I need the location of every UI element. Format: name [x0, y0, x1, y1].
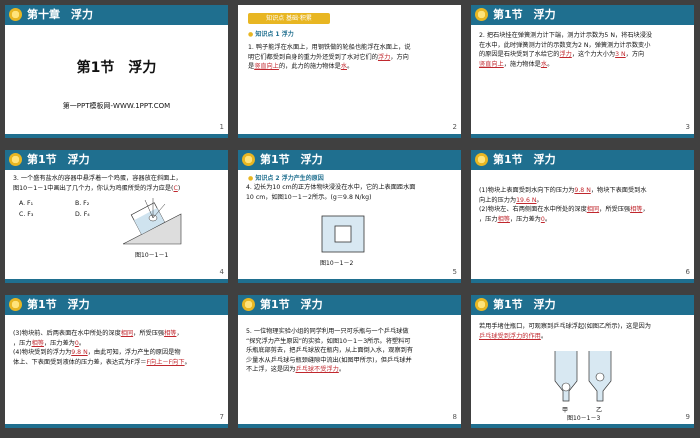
header-title: 第1节 浮力: [260, 153, 323, 166]
slide-4[interactable]: 第1节 浮力 3. 一个盛有盐水的容器中悬浮着一个鸡蛋，容器放在斜面上， 图10…: [5, 150, 228, 283]
answer-blank: 乒乓球受到浮力的作用: [479, 332, 541, 340]
answer-blank: 0: [540, 215, 545, 223]
section-label: ● 知识点 1 浮力: [248, 31, 294, 38]
slide-header: 第1节 浮力: [471, 5, 694, 25]
option-b[interactable]: B. F₂: [75, 199, 89, 209]
answer-blank: 相同: [120, 330, 134, 337]
header-title: 第1节 浮力: [493, 298, 556, 311]
figure-caption: 图10－1－1: [135, 252, 169, 259]
answer-blank: 乒乓球不受浮力: [295, 366, 339, 373]
footer-bar: [238, 279, 461, 283]
answer-blank: F向上－F向下: [146, 358, 185, 366]
lightbulb-icon: ●: [248, 175, 254, 182]
sun-icon: [475, 8, 488, 21]
knowledge-banner: 知识点 基础·积累: [248, 13, 330, 24]
figure-caption: 图10－1－3: [567, 415, 601, 422]
sun-icon: [9, 153, 22, 166]
slide-title: 第1节 浮力: [76, 60, 157, 76]
footer-bar: [238, 424, 461, 428]
slide-number: 2: [452, 123, 457, 131]
slide-header: 第1节 浮力: [238, 150, 461, 170]
question-text: 4. 边长为10 cm的正方体物块浸没在水中，它的上表面距水面 10 cm，如图…: [246, 184, 416, 201]
slide-header: 第1节 浮力: [238, 295, 461, 315]
answer-blank: 相等: [497, 215, 510, 223]
slide-1[interactable]: 第十章 浮力 第1节 浮力 第一PPT模板网-WWW.1PPT.COM 1: [5, 5, 228, 138]
slide-number: 9: [685, 413, 690, 421]
slide-number: 7: [219, 413, 224, 421]
answer-blank: 相等: [31, 339, 44, 347]
footer-bar: [471, 279, 694, 283]
header-title: 第1节 浮力: [493, 153, 556, 166]
figure-caption: 图10－1－2: [320, 260, 354, 267]
water-tank-figure: [321, 215, 365, 253]
slide-header: 第1节 浮力: [471, 295, 694, 315]
answer-blank: 9.8 N: [574, 187, 591, 194]
answer-blank: 相等: [164, 330, 177, 337]
slide-number: 5: [452, 268, 457, 276]
header-title: 第1节 浮力: [260, 298, 323, 311]
footer-bar: [5, 279, 228, 283]
slide-2[interactable]: 知识点 基础·积累 ● 知识点 1 浮力 1. 鸭子能浮在水面上，用钢铁做的轮船…: [238, 5, 461, 138]
slide-header: 第1节 浮力: [5, 295, 228, 315]
slide-6[interactable]: 第1节 浮力 (1)物块上表面受到水向下的压力为9.8 N，物块下表面受到水 向…: [471, 150, 694, 283]
slide-3[interactable]: 第1节 浮力 2. 把石块挂在弹簧测力计下端，测力计示数为5 N，将石块浸没 在…: [471, 5, 694, 138]
sun-icon: [9, 298, 22, 311]
answer-blank: 水: [540, 60, 548, 68]
question-text: (1)物块上表面受到水向下的压力为9.8 N，物块下表面受到水 向上的压力为19…: [479, 187, 649, 223]
option-a[interactable]: A. F₁: [19, 199, 33, 209]
footer-bar: [5, 134, 228, 138]
question-text: (3)物块前、后两表面在水中所处的深度相同，所受压强相等， ，压力相等，压力差为…: [13, 330, 191, 366]
slide-header: 第1节 浮力: [471, 150, 694, 170]
header-title: 第1节 浮力: [27, 153, 90, 166]
sun-icon: [242, 153, 255, 166]
question-text: 2. 把石块挂在弹簧测力计下端，测力计示数为5 N，将石块浸没 在水中，此时弹簧…: [479, 32, 653, 68]
sun-icon: [475, 153, 488, 166]
slide-number: 4: [219, 268, 224, 276]
bottle-figure: [554, 351, 612, 402]
answer-blank: 浮力: [377, 53, 391, 61]
header-title: 第1节 浮力: [493, 8, 556, 21]
answer-blank: 相同: [586, 206, 600, 213]
lightbulb-icon: ●: [248, 31, 254, 38]
answer-blank: 竖直向上: [479, 60, 504, 68]
footer-bar: [471, 424, 694, 428]
slide-number: 1: [219, 123, 224, 131]
question-text: 1. 鸭子能浮在水面上，用钢铁做的轮船也能浮在水面上，说 明它们都受到自身的重力…: [248, 44, 411, 70]
chapter-header: 第十章 浮力: [5, 5, 228, 25]
answer-blank: 0: [74, 339, 79, 347]
question-text: 5. 一位物理实验小组的同学利用一只可乐瓶与一个乒乓球做 “探究浮力产生原因”的…: [246, 328, 414, 373]
sun-icon: [242, 298, 255, 311]
slide-number: 3: [685, 123, 690, 131]
slide-number: 6: [685, 268, 690, 276]
answer-blank: 浮力: [559, 51, 572, 58]
slide-subtitle: 第一PPT模板网-WWW.1PPT.COM: [62, 102, 171, 110]
footer-bar: [5, 424, 228, 428]
answer-blank: 19.6 N: [516, 196, 537, 204]
footer-bar: [471, 134, 694, 138]
sun-icon: [9, 8, 22, 21]
slide-header: 第1节 浮力: [5, 150, 228, 170]
sun-icon: [475, 298, 488, 311]
answer-blank: 3 N: [615, 51, 626, 58]
chapter-title: 第十章 浮力: [27, 8, 93, 21]
answer-blank: 竖直向上: [254, 63, 279, 70]
slide-8[interactable]: 第1节 浮力 5. 一位物理实验小组的同学利用一只可乐瓶与一个乒乓球做 “探究浮…: [238, 295, 461, 428]
slide-5[interactable]: 第1节 浮力 ● 知识点 2 浮力产生的原因 4. 边长为10 cm的正方体物块…: [238, 150, 461, 283]
question-text: 3. 一个盛有盐水的容器中悬浮着一个鸡蛋，容器放在斜面上， 图10－1－1中画出…: [13, 175, 182, 192]
answer-blank: 9.8 N: [71, 349, 88, 356]
option-c[interactable]: C. F₃: [19, 210, 33, 220]
incline-container-figure: [123, 198, 182, 245]
slide-number: 8: [452, 413, 457, 421]
slide-7[interactable]: 第1节 浮力 (3)物块前、后两表面在水中所处的深度相同，所受压强相等， ，压力…: [5, 295, 228, 428]
header-title: 第1节 浮力: [27, 298, 90, 311]
option-d[interactable]: D. F₄: [75, 210, 90, 220]
answer-blank: 相等: [630, 206, 643, 213]
section-label: ● 知识点 2 浮力产生的原因: [248, 175, 324, 182]
question-text: 若用手堵住瓶口，可观察到乒乓球浮起(如图乙所示)，这是因为 乒乓球受到浮力的作用…: [479, 323, 651, 340]
slide-9[interactable]: 第1节 浮力 若用手堵住瓶口，可观察到乒乓球浮起(如图乙所示)，这是因为 乒乓球…: [471, 295, 694, 428]
footer-bar: [238, 134, 461, 138]
